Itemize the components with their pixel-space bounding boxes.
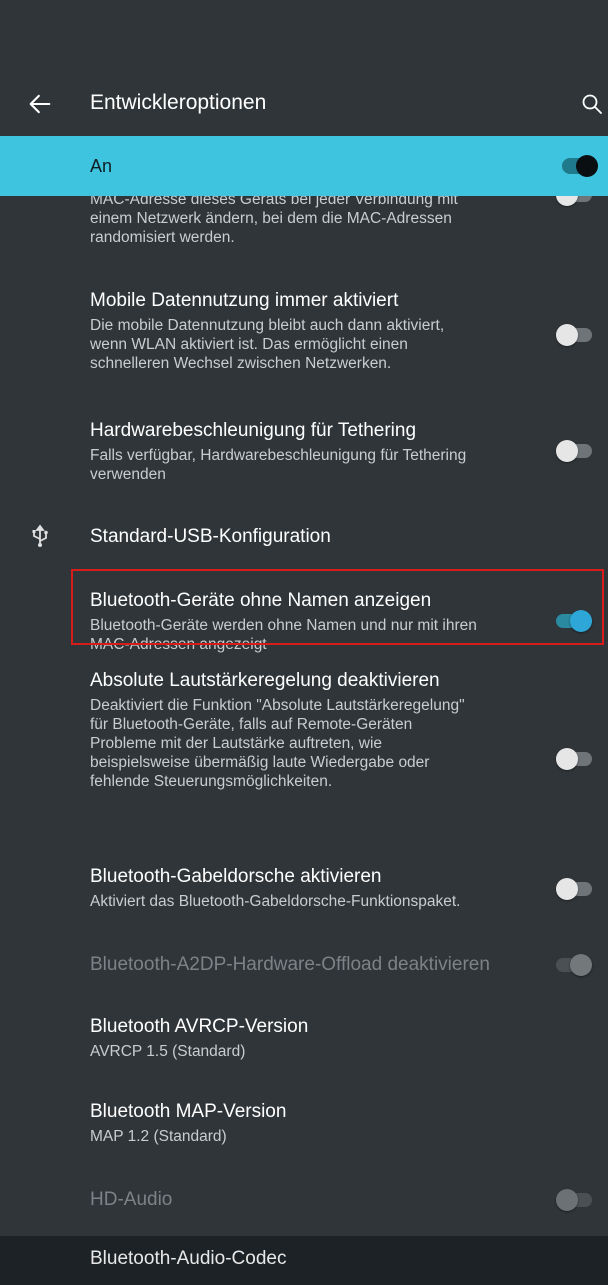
summary-line: beispielsweise übermäßig laute Wiedergab… bbox=[90, 754, 430, 771]
item-summary: Die mobile Datennutzung bleibt auch dann… bbox=[90, 316, 530, 373]
toggle-switch bbox=[556, 1187, 592, 1213]
summary-line: MAP 1.2 (Standard) bbox=[90, 1128, 227, 1145]
item-title: Hardwarebeschleunigung für Tethering bbox=[90, 420, 417, 441]
highlight-box bbox=[71, 569, 604, 645]
toggle-switch[interactable] bbox=[556, 322, 592, 348]
toggle-switch[interactable] bbox=[556, 876, 592, 902]
usb-icon bbox=[32, 524, 48, 547]
summary-line: einem Netzwerk ändern, bei dem die MAC-A… bbox=[90, 210, 452, 227]
item-title: Absolute Lautstärkeregelung deaktivieren bbox=[90, 670, 440, 691]
summary-line: MAC-Adresse dieses Geräts bei jeder Verb… bbox=[90, 196, 458, 208]
item-title: Bluetooth AVRCP-Version bbox=[90, 1016, 309, 1037]
summary-line: für Bluetooth-Geräte, falls auf Remote-G… bbox=[90, 716, 413, 733]
list-item-map-version[interactable]: Bluetooth MAP-Version MAP 1.2 (Standard) bbox=[0, 1101, 608, 1157]
page-title: Entwickleroptionen bbox=[90, 91, 267, 114]
item-title: Bluetooth-Gabeldorsche aktivieren bbox=[90, 866, 382, 887]
item-title: Bluetooth-Audio-Codec bbox=[90, 1248, 287, 1269]
item-title: Mobile Datennutzung immer aktiviert bbox=[90, 290, 399, 311]
summary-line: Aktiviert das Bluetooth-Gabeldorsche-Fun… bbox=[90, 893, 461, 910]
list-item-a2dp-offload: Bluetooth-A2DP-Hardware-Offload deaktivi… bbox=[0, 946, 608, 986]
list-item-tethering-hw-acceleration[interactable]: Hardwarebeschleunigung für Tethering Fal… bbox=[0, 416, 608, 486]
item-summary: Falls verfügbar, Hardwarebeschleunigung … bbox=[90, 446, 530, 484]
summary-line: AVRCP 1.5 (Standard) bbox=[90, 1043, 246, 1060]
item-title: Bluetooth MAP-Version bbox=[90, 1101, 287, 1122]
summary-line: Falls verfügbar, Hardwarebeschleunigung … bbox=[90, 447, 467, 464]
summary-line: fehlende Steuerungsmöglichkeiten. bbox=[90, 773, 333, 790]
list-item-bluetooth-gabeldorsche[interactable]: Bluetooth-Gabeldorsche aktivieren Aktivi… bbox=[0, 864, 608, 920]
list-item-mac-randomization[interactable]: MAC-Adresse dieses Geräts bei jeder Verb… bbox=[0, 196, 608, 266]
item-summary: AVRCP 1.5 (Standard) bbox=[90, 1042, 530, 1061]
back-arrow-icon[interactable] bbox=[26, 90, 54, 118]
item-summary: Aktiviert das Bluetooth-Gabeldorsche-Fun… bbox=[90, 892, 550, 911]
list-item-disable-absolute-volume[interactable]: Absolute Lautstärkeregelung deaktivieren… bbox=[0, 666, 608, 836]
list-item-mobile-data-always-on[interactable]: Mobile Datennutzung immer aktiviert Die … bbox=[0, 286, 608, 386]
summary-line: randomisiert werden. bbox=[90, 229, 235, 246]
list-item-hd-audio: HD-Audio bbox=[0, 1181, 608, 1221]
list-item-audio-codec[interactable]: Bluetooth-Audio-Codec bbox=[0, 1248, 608, 1285]
item-title: Bluetooth-A2DP-Hardware-Offload deaktivi… bbox=[90, 954, 490, 975]
toggle-switch[interactable] bbox=[556, 196, 592, 208]
master-switch-thumb[interactable] bbox=[576, 155, 598, 177]
summary-line: verwenden bbox=[90, 466, 166, 483]
summary-line: Deaktiviert die Funktion "Absolute Lauts… bbox=[90, 697, 465, 714]
master-switch-label: An bbox=[90, 156, 113, 176]
item-summary: MAP 1.2 (Standard) bbox=[90, 1127, 530, 1146]
item-summary: MAC-Adresse dieses Geräts bei jeder Verb… bbox=[90, 196, 530, 247]
summary-line: wenn WLAN aktiviert ist. Das ermöglicht … bbox=[90, 336, 408, 353]
master-switch-bar[interactable]: An bbox=[0, 136, 608, 196]
item-title: HD-Audio bbox=[90, 1189, 173, 1210]
status-bar bbox=[0, 0, 608, 72]
settings-list[interactable]: MAC-Adresse dieses Geräts bei jeder Verb… bbox=[0, 196, 608, 1285]
summary-line: schnelleren Wechsel zwischen Netzwerken. bbox=[90, 355, 392, 372]
list-item-avrcp-version[interactable]: Bluetooth AVRCP-Version AVRCP 1.5 (Stand… bbox=[0, 1016, 608, 1072]
summary-line: Probleme mit der Lautstärke auftreten, w… bbox=[90, 735, 383, 752]
item-title: Standard-USB-Konfiguration bbox=[90, 526, 331, 547]
list-item-usb-configuration[interactable]: Standard-USB-Konfiguration bbox=[0, 514, 608, 560]
item-summary: Deaktiviert die Funktion "Absolute Lauts… bbox=[90, 696, 530, 791]
toggle-switch[interactable] bbox=[556, 438, 592, 464]
summary-line: Die mobile Datennutzung bleibt auch dann… bbox=[90, 317, 445, 334]
toggle-switch[interactable] bbox=[556, 746, 592, 772]
toggle-switch bbox=[556, 952, 592, 978]
search-icon[interactable] bbox=[580, 92, 604, 116]
app-bar: Entwickleroptionen bbox=[0, 72, 608, 136]
